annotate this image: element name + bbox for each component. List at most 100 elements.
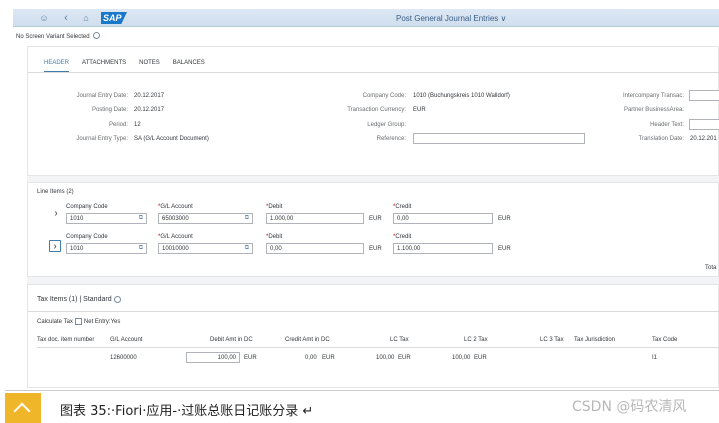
- row2-company-code-value: 1010: [70, 246, 84, 252]
- row1-gl-account-label-text: G/L Account: [160, 204, 193, 210]
- variant-selector[interactable]: No Screen Variant Selected: [16, 32, 100, 40]
- variant-dropdown-icon[interactable]: [113, 296, 121, 303]
- row2-gl-account-input[interactable]: 10010000 ⧉: [158, 243, 253, 254]
- tax-divider: [28, 311, 719, 312]
- row2-credit-label-text: Credit: [395, 234, 412, 240]
- tax-row-lc-tax-currency: EUR: [398, 355, 411, 361]
- line-items-total: Tota: [705, 265, 717, 271]
- watermark: CSDN @码农清风: [572, 399, 687, 415]
- company-code-label: Company Code:: [362, 93, 406, 99]
- row1-debit-label: *Debit: [266, 204, 283, 210]
- col-gl-account: G/L Account: [110, 337, 143, 343]
- intercompany-input[interactable]: [689, 90, 719, 101]
- tax-items-variant[interactable]: Standard: [83, 296, 111, 303]
- header-text-input[interactable]: [689, 119, 719, 130]
- tax-items-card: Tax Items (1) | Standard Calculate Tax Ne…: [27, 284, 719, 388]
- ledger-group-label: Ledger Group:: [367, 122, 406, 128]
- row1-expand-icon[interactable]: ›: [50, 208, 62, 220]
- col-debit-amt: Debit Amt in DC: [210, 337, 253, 343]
- posting-date-label: Posting Date:: [91, 107, 128, 113]
- back-icon[interactable]: ‹: [61, 13, 71, 24]
- row1-company-code-value: 1010: [70, 216, 84, 222]
- tax-items-header: Tax Items (1) | Standard: [37, 296, 123, 303]
- row2-credit-value: 1.100,00: [397, 246, 421, 252]
- row1-gl-account-label: *G/L Account: [158, 204, 193, 210]
- row1-debit-input[interactable]: 1.000,00: [266, 213, 364, 224]
- row2-expand-icon[interactable]: ›: [49, 240, 61, 252]
- period-label: Period:: [108, 122, 128, 128]
- posting-date-value: 20.12.2017: [134, 107, 165, 113]
- app-title[interactable]: Post General Journal Entries ∨: [396, 14, 506, 23]
- row2-credit-input[interactable]: 1.100,00: [393, 243, 493, 254]
- reference-label: Reference:: [376, 136, 406, 142]
- row2-gl-account-value: 10010000: [162, 246, 189, 252]
- row2-debit-input[interactable]: 0,00: [266, 243, 364, 254]
- journal-entry-date-value: 20.12.2017: [134, 93, 165, 99]
- tax-items-title: Tax Items (1): [37, 296, 78, 303]
- row1-debit-currency: EUR: [369, 216, 382, 222]
- row1-credit-currency: EUR: [498, 216, 511, 222]
- row2-gl-account-label-text: G/L Account: [160, 234, 193, 240]
- tax-row-credit: 0,00: [305, 355, 317, 361]
- reference-input[interactable]: [413, 133, 585, 144]
- calculate-tax-checkbox[interactable]: [74, 318, 82, 325]
- journal-entry-date-label: Journal Entry Date:: [76, 93, 128, 99]
- tax-row-lc2-tax-currency: EUR: [474, 355, 487, 361]
- net-entry-label: Net Entry:Yes: [83, 319, 121, 325]
- row1-credit-input[interactable]: 0,00: [393, 213, 493, 224]
- figure-caption: 图表 35:·Fiori·应用-·过账总账日记账分录 ↵: [60, 404, 314, 419]
- translation-date-label: Translation Date:: [638, 136, 684, 142]
- tax-row-debit-value: 100,00: [217, 355, 236, 361]
- tax-row-lc2-tax: 100,00: [452, 355, 471, 361]
- row1-credit-label-text: Credit: [395, 204, 412, 210]
- col-lc3-tax: LC 3 Tax: [540, 337, 564, 343]
- tax-row-debit-currency: EUR: [244, 355, 257, 361]
- row2-company-code-input[interactable]: 1010 ⧉: [66, 243, 147, 254]
- period-value: 12: [134, 122, 141, 128]
- tax-row-lc-tax: 100,00: [376, 355, 395, 361]
- company-code-value: 1010 (Buchungskreis 1010 Walldorf): [413, 93, 510, 99]
- transaction-currency-value: EUR: [413, 107, 426, 113]
- sap-logo: SAP: [101, 12, 127, 24]
- tax-row-credit-currency: EUR: [322, 355, 335, 361]
- row1-company-code-label: Company Code: [66, 204, 108, 210]
- line-items-card: Line Items (2) › Company Code 1010 ⧉ *G/L…: [27, 182, 719, 277]
- tax-row-debit-input[interactable]: 100,00: [186, 352, 240, 363]
- value-help-icon[interactable]: ⧉: [139, 215, 143, 222]
- col-tax-code: Tax Code: [652, 337, 678, 343]
- row1-gl-account-input[interactable]: 65003000 ⧉: [158, 213, 253, 224]
- row1-company-code-input[interactable]: 1010 ⧉: [66, 213, 147, 224]
- value-help-icon[interactable]: ⧉: [245, 245, 249, 252]
- user-icon[interactable]: ☺: [39, 13, 49, 23]
- home-icon[interactable]: ⌂: [81, 13, 91, 23]
- row1-credit-label: *Credit: [393, 204, 412, 210]
- header-card: HEADER ATTACHMENTS NOTES BALANCES Journa…: [27, 46, 719, 176]
- value-help-icon[interactable]: ⧉: [245, 215, 249, 222]
- variant-dropdown-icon[interactable]: [92, 32, 100, 39]
- entry-type-label: Journal Entry Type:: [76, 136, 128, 142]
- row2-credit-currency: EUR: [498, 246, 511, 252]
- entry-type-value: SA (G/L Account Document): [134, 136, 209, 142]
- row2-debit-value: 0,00: [270, 246, 282, 252]
- table-header-rule: [37, 347, 719, 348]
- row2-credit-label: *Credit: [393, 234, 412, 240]
- row1-gl-account-value: 65003000: [162, 216, 189, 222]
- row2-gl-account-label: *G/L Account: [158, 234, 193, 240]
- col-tax-jurisdiction: Tax Jurisdiction: [574, 337, 616, 343]
- scroll-up-button[interactable]: [5, 393, 41, 423]
- value-help-icon[interactable]: ⧉: [139, 245, 143, 252]
- page-content: HEADER ATTACHMENTS NOTES BALANCES Journa…: [27, 46, 719, 388]
- variant-label: No Screen Variant Selected: [16, 34, 90, 40]
- line-items-title: Line Items (2): [37, 189, 74, 195]
- row2-company-code-label: Company Code: [66, 234, 108, 240]
- tab-divider: [28, 72, 719, 73]
- calculate-tax-row: Calculate Tax Net Entry:Yes: [37, 318, 120, 325]
- col-lc-tax: LC Tax: [390, 337, 409, 343]
- calculate-tax-label: Calculate Tax: [37, 319, 73, 325]
- translation-date-value: 20.12.201: [690, 136, 717, 142]
- figure-caption-bar: 图表 35:·Fiori·应用-·过账总账日记账分录 ↵ CSDN @码农清风: [5, 390, 719, 423]
- transaction-currency-label: Transaction Currency:: [347, 107, 406, 113]
- intercompany-label: Intercompany Transac:: [622, 93, 684, 99]
- row2-debit-currency: EUR: [369, 246, 382, 252]
- row1-credit-value: 0,00: [397, 216, 409, 222]
